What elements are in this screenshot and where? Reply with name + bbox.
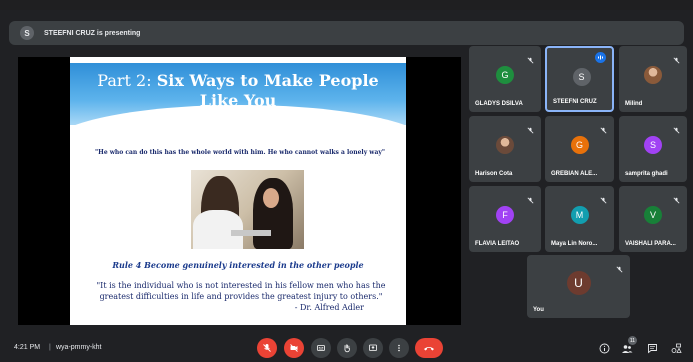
participant-avatar: V xyxy=(644,206,662,224)
mic-muted-icon xyxy=(527,121,534,134)
slide-title-line2: Like You xyxy=(199,91,277,110)
presentation-area[interactable]: Part 2: Six Ways to Make People Like You… xyxy=(18,57,461,325)
participant-name: Maya Lin Noro... xyxy=(551,241,598,247)
participant-name: VAISHALI PARA... xyxy=(625,241,676,247)
present-now-button[interactable] xyxy=(363,338,383,358)
raise-hand-icon xyxy=(344,344,350,353)
participant-tile[interactable]: Harison Cota xyxy=(469,116,541,182)
participant-tile[interactable]: G GLADYS DSILVA xyxy=(469,46,541,112)
leave-call-button[interactable] xyxy=(415,338,443,358)
slide-title-prefix: Part 2: xyxy=(97,71,157,90)
camera-toggle-button[interactable] xyxy=(284,338,304,358)
slide-quote-bottom-text: "It is the individual who is not interes… xyxy=(96,281,386,301)
hangup-icon xyxy=(424,347,434,351)
participant-tile[interactable]: M Maya Lin Noro... xyxy=(545,186,614,252)
participant-avatar: M xyxy=(570,206,589,224)
participant-photo xyxy=(644,66,662,84)
photo-person-right-face xyxy=(263,188,279,208)
mic-muted-icon xyxy=(616,260,623,273)
chat-button[interactable] xyxy=(645,341,659,355)
mic-muted-icon xyxy=(527,191,534,204)
raise-hand-button[interactable] xyxy=(337,338,357,358)
more-options-icon xyxy=(398,344,400,352)
present-screen-icon xyxy=(369,344,377,351)
slide-quote-top: "He who can do this has the whole world … xyxy=(95,149,385,156)
presentation-slide: Part 2: Six Ways to Make People Like You… xyxy=(70,57,406,325)
slide-quote-author: - Dr. Alfred Adler xyxy=(294,303,364,312)
activities-icon xyxy=(671,343,682,353)
captions-icon xyxy=(317,345,325,351)
participant-tile[interactable]: Milind xyxy=(619,46,687,112)
chat-icon xyxy=(647,343,657,353)
participant-tile[interactable]: S STEEFNI CRUZ xyxy=(545,46,614,112)
participant-tile[interactable]: Ssamprita ghadi xyxy=(619,116,687,182)
speaking-indicator-icon xyxy=(595,52,606,63)
mic-muted-icon xyxy=(527,51,534,64)
presenting-banner: S STEEFNI CRUZ is presenting xyxy=(9,21,684,45)
mic-off-icon xyxy=(263,344,271,352)
mic-muted-icon xyxy=(600,191,607,204)
slide-title: Part 2: Six Ways to Make People Like You xyxy=(70,71,406,111)
participant-avatar: F xyxy=(496,206,514,224)
clock: 4:21 PM xyxy=(14,344,41,351)
participant-avatar: S xyxy=(644,136,662,154)
participant-avatar: S xyxy=(572,68,591,86)
people-count-badge: 11 xyxy=(628,336,637,345)
participant-avatar: U xyxy=(566,270,591,295)
slide-quote-bottom: "It is the individual who is not interes… xyxy=(90,280,392,313)
mic-muted-icon xyxy=(673,121,680,134)
meeting-details-button[interactable] xyxy=(597,341,611,355)
presenting-text: STEEFNI CRUZ is presenting xyxy=(44,29,141,37)
separator: | xyxy=(49,344,51,351)
participant-name: samprita ghadi xyxy=(625,171,668,177)
participant-name: GREBIAN ALE... xyxy=(551,171,598,177)
photo-table xyxy=(231,230,271,236)
info-icon xyxy=(599,343,609,353)
camera-off-icon xyxy=(290,344,298,352)
mic-muted-icon xyxy=(673,51,680,64)
participant-avatar: G xyxy=(570,136,589,154)
participant-tile[interactable]: U You xyxy=(527,255,630,318)
participant-name: You xyxy=(533,307,544,313)
mic-toggle-button[interactable] xyxy=(257,338,277,358)
more-options-button[interactable] xyxy=(389,338,409,358)
captions-button[interactable] xyxy=(311,338,331,358)
slide-rule-heading: Rule 4 Become genuinely interested in th… xyxy=(112,260,364,270)
participant-name: Harison Cota xyxy=(475,171,513,177)
participant-name: Milind xyxy=(625,101,643,107)
bottom-toolbar: 4:21 PM | wya-pmmy-kht 11 xyxy=(0,330,693,362)
participant-tile[interactable]: F FLAVIA LEITAO xyxy=(469,186,541,252)
participant-name: GLADYS DSILVA xyxy=(475,101,523,107)
participant-name: STEEFNI CRUZ xyxy=(553,99,597,105)
participant-avatar: G xyxy=(496,66,514,84)
presenter-avatar: S xyxy=(20,26,34,40)
slide-title-line1: Six Ways to Make People xyxy=(156,71,379,90)
meeting-stage: S STEEFNI CRUZ is presenting Part 2: Six… xyxy=(0,10,693,362)
participant-tile[interactable]: G GREBIAN ALE... xyxy=(545,116,614,182)
meet-window: S STEEFNI CRUZ is presenting Part 2: Six… xyxy=(0,0,693,362)
participant-photo xyxy=(496,136,514,154)
mic-muted-icon xyxy=(673,191,680,204)
mic-muted-icon xyxy=(600,121,607,134)
participant-tile[interactable]: V VAISHALI PARA... xyxy=(619,186,687,252)
top-strip xyxy=(0,0,693,10)
slide-photo-two-women xyxy=(191,170,304,249)
meeting-code[interactable]: wya-pmmy-kht xyxy=(56,344,102,351)
participant-name: FLAVIA LEITAO xyxy=(475,241,520,247)
activities-button[interactable] xyxy=(669,341,683,355)
